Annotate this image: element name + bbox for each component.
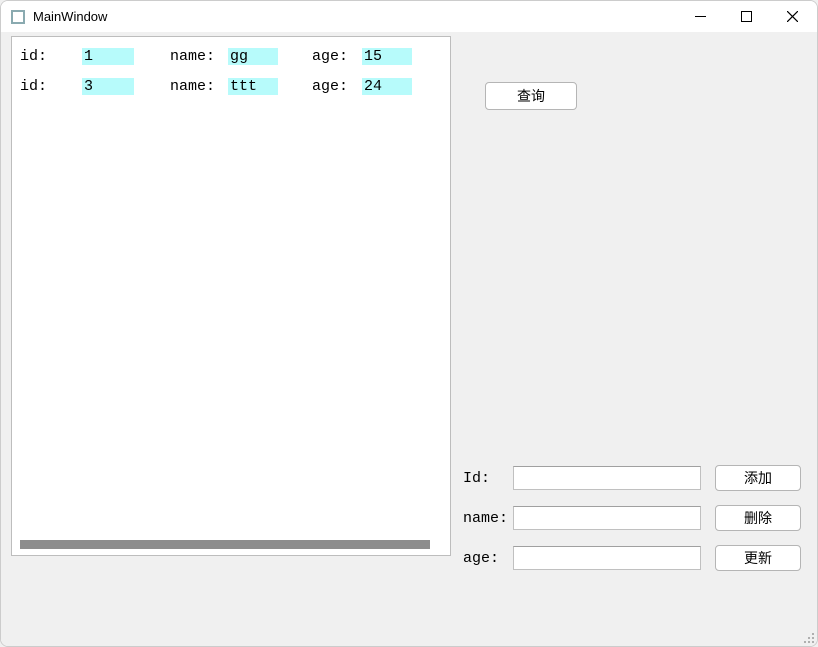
list-row[interactable]: id: 1 name: gg age: 15 (20, 43, 442, 69)
add-button[interactable]: 添加 (715, 465, 801, 491)
row1-name-label: name: (170, 78, 228, 95)
list-inner: id: 1 name: gg age: 15 id: 3 name: ttt a… (12, 37, 450, 109)
name-label: name: (463, 510, 513, 527)
row1-age-label: age: (312, 78, 362, 95)
row0-age-value: 15 (362, 48, 412, 65)
name-input[interactable] (513, 506, 701, 530)
delete-button[interactable]: 删除 (715, 505, 801, 531)
row1-name-value: ttt (228, 78, 278, 95)
window-controls (677, 1, 815, 32)
form-row-id: Id: 添加 (463, 465, 807, 491)
query-button[interactable]: 查询 (485, 82, 577, 110)
row1-id-label: id: (20, 78, 82, 95)
form-row-age: age: 更新 (463, 545, 807, 571)
maximize-button[interactable] (723, 1, 769, 32)
resize-grip-icon[interactable] (801, 630, 815, 644)
age-input[interactable] (513, 546, 701, 570)
window-title: MainWindow (33, 9, 677, 24)
age-label: age: (463, 550, 513, 567)
row1-age-value: 24 (362, 78, 412, 95)
id-label: Id: (463, 470, 513, 487)
form: Id: 添加 name: 删除 age: 更新 (463, 465, 807, 571)
row0-id-value: 1 (82, 48, 134, 65)
minimize-button[interactable] (677, 1, 723, 32)
id-input[interactable] (513, 466, 701, 490)
row0-id-label: id: (20, 48, 82, 65)
row0-name-value: gg (228, 48, 278, 65)
app-icon (11, 10, 25, 24)
titlebar[interactable]: MainWindow (1, 1, 817, 32)
list-row[interactable]: id: 3 name: ttt age: 24 (20, 73, 442, 99)
main-window: MainWindow id: 1 name: gg age: 1 (0, 0, 818, 647)
row1-id-value: 3 (82, 78, 134, 95)
close-button[interactable] (769, 1, 815, 32)
row0-age-label: age: (312, 48, 362, 65)
row0-name-label: name: (170, 48, 228, 65)
list-panel[interactable]: id: 1 name: gg age: 15 id: 3 name: ttt a… (11, 36, 451, 556)
form-row-name: name: 删除 (463, 505, 807, 531)
client-area: id: 1 name: gg age: 15 id: 3 name: ttt a… (1, 32, 817, 646)
right-panel: 查询 Id: 添加 name: 删除 age: 更新 (463, 36, 807, 636)
update-button[interactable]: 更新 (715, 545, 801, 571)
horizontal-scrollbar[interactable] (20, 540, 430, 549)
